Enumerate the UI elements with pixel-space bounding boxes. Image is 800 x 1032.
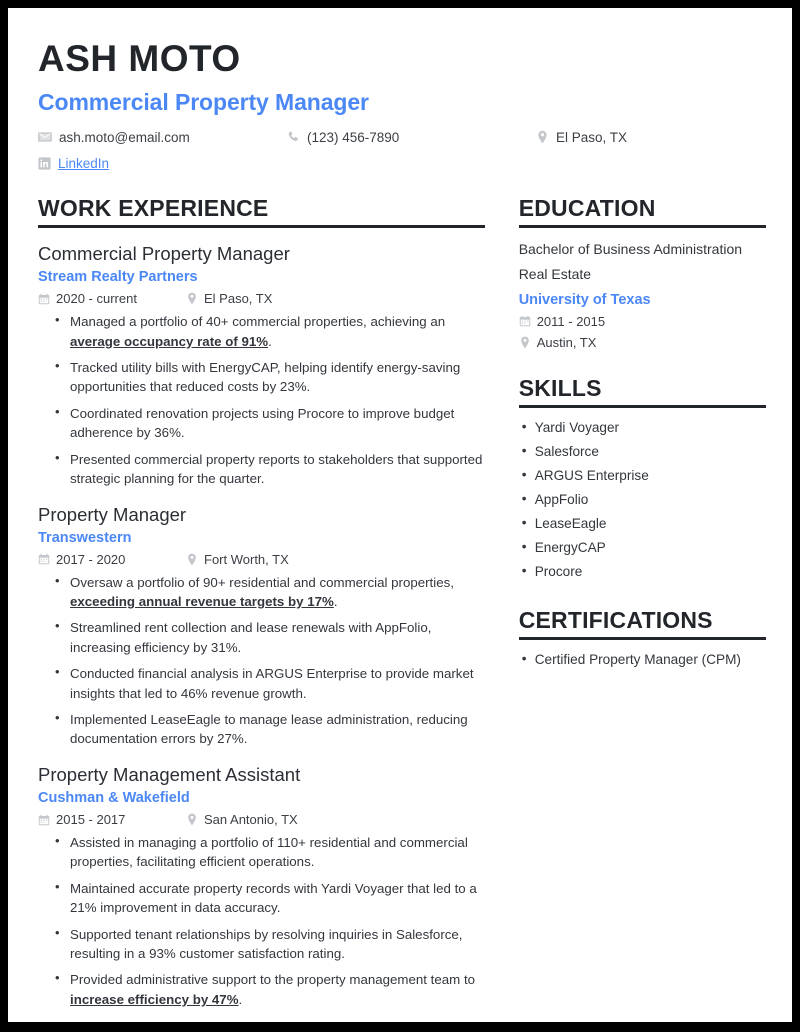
bullet-item: Provided administrative support to the p…	[55, 969, 485, 1009]
left-column: WORK EXPERIENCE Commercial Property Mana…	[34, 194, 485, 1016]
bullet-item: Oversaw a portfolio of 90+ residential a…	[55, 572, 485, 612]
bullet-item: Assisted in managing a portfolio of 110+…	[55, 832, 485, 872]
contact-block: ash.moto@email.com (123) 456-7890 El Pas…	[38, 130, 766, 184]
section-divider	[518, 225, 766, 229]
degree-name: Bachelor of Business Administration	[518, 241, 743, 258]
skill-item: Salesforce	[522, 441, 766, 462]
contact-linkedin[interactable]: LinkedIn	[38, 156, 109, 171]
section-divider	[38, 225, 485, 229]
bullet-item: Maintained accurate property records wit…	[55, 878, 485, 918]
section-certifications: CERTIFICATIONS Certified Property Manage…	[518, 606, 766, 671]
contact-email-label: ash.moto@email.com	[59, 129, 190, 145]
candidate-headline: Commercial Property Manager	[38, 88, 369, 115]
job-bullets: Managed a portfolio of 40+ commercial pr…	[38, 311, 485, 489]
work-entry: Property Management Assistant Cushman & …	[38, 763, 485, 1009]
skill-item: LeaseEagle	[522, 513, 766, 534]
work-experience-title: WORK EXPERIENCE	[38, 194, 269, 221]
job-location-group: Fort Worth, TX	[186, 552, 289, 567]
job-bullets: Oversaw a portfolio of 90+ residential a…	[38, 572, 485, 749]
bullet-item: Streamlined rent collection and lease re…	[55, 617, 485, 657]
job-location-group: San Antonio, TX	[186, 812, 298, 827]
section-skills: SKILLS Yardi Voyager Salesforce ARGUS En…	[518, 374, 766, 582]
contact-email[interactable]: ash.moto@email.com	[38, 130, 190, 145]
bullet-item: Conducted financial analysis in ARGUS En…	[55, 663, 485, 703]
job-dates: 2020 - current	[56, 291, 137, 307]
bullet-item: Implemented LeaseEagle to manage lease a…	[55, 709, 485, 749]
contact-phone[interactable]: (123) 456-7890	[286, 130, 399, 145]
job-title: Commercial Property Manager	[38, 243, 290, 265]
education-location: Austin, TX	[536, 334, 597, 350]
job-dates-group: 2015 - 2017	[38, 812, 186, 827]
skills-title: SKILLS	[518, 374, 602, 401]
skill-item: Yardi Voyager	[522, 417, 766, 438]
school-name: University of Texas	[518, 291, 651, 308]
education-dates: 2011 - 2015	[536, 313, 606, 329]
bullet-item: Supported tenant relationships by resolv…	[55, 924, 485, 964]
calendar-icon	[38, 293, 50, 305]
calendar-icon	[38, 814, 50, 826]
section-work-experience: WORK EXPERIENCE Commercial Property Mana…	[38, 194, 485, 1009]
location-pin-icon	[519, 336, 531, 349]
skill-item: EnergyCAP	[522, 537, 766, 558]
work-entry: Commercial Property Manager Stream Realt…	[38, 242, 485, 488]
company-name: Stream Realty Partners	[38, 269, 198, 286]
education-location-group: Austin, TX	[519, 335, 766, 350]
page-frame: ASH MOTO Commercial Property Manager ash…	[0, 0, 800, 1032]
job-dates: 2017 - 2020	[56, 551, 126, 567]
job-meta: 2017 - 2020 Fort Worth, TX	[38, 552, 485, 567]
certifications-title: CERTIFICATIONS	[518, 606, 713, 633]
section-divider	[518, 405, 766, 409]
skill-item: ARGUS Enterprise	[522, 465, 766, 486]
location-pin-icon	[186, 292, 198, 305]
job-dates-group: 2020 - current	[38, 291, 186, 306]
bullet-item: Coordinated renovation projects using Pr…	[55, 403, 485, 443]
job-bullets: Assisted in managing a portfolio of 110+…	[38, 832, 485, 1009]
resume-header: ASH MOTO Commercial Property Manager ash…	[34, 38, 766, 184]
job-title: Property Manager	[38, 503, 187, 525]
job-location: El Paso, TX	[204, 291, 273, 307]
section-education: EDUCATION Bachelor of Business Administr…	[518, 194, 766, 350]
job-location-group: El Paso, TX	[186, 291, 272, 306]
bullet-item: Managed a portfolio of 40+ commercial pr…	[55, 311, 485, 351]
job-dates-group: 2017 - 2020	[38, 552, 186, 567]
resume-body: WORK EXPERIENCE Commercial Property Mana…	[34, 194, 766, 1016]
skill-item: Procore	[522, 561, 766, 582]
job-title: Property Management Assistant	[38, 763, 301, 785]
linkedin-icon	[38, 157, 51, 170]
job-meta: 2015 - 2017 San Antonio, TX	[38, 812, 485, 827]
envelope-icon	[38, 130, 52, 144]
contact-linkedin-label[interactable]: LinkedIn	[58, 156, 109, 171]
certifications-list: Certified Property Manager (CPM)	[519, 649, 766, 670]
contact-location-label: El Paso, TX	[556, 129, 628, 145]
calendar-icon	[519, 315, 531, 327]
work-entry: Property Manager Transwestern 2017 - 202…	[38, 503, 485, 749]
section-divider	[518, 637, 766, 641]
company-name: Transwestern	[38, 529, 132, 546]
degree-field: Real Estate	[518, 266, 592, 283]
education-title: EDUCATION	[518, 194, 656, 221]
skill-item: AppFolio	[522, 489, 766, 510]
phone-icon	[286, 130, 300, 144]
location-pin-icon	[186, 813, 198, 826]
job-meta: 2020 - current El Paso, TX	[38, 291, 485, 306]
bullet-item: Presented commercial property reports to…	[55, 449, 485, 489]
contact-phone-label: (123) 456-7890	[307, 129, 400, 145]
certification-item: Certified Property Manager (CPM)	[522, 649, 766, 670]
job-location: San Antonio, TX	[204, 812, 298, 828]
skills-list: Yardi Voyager Salesforce ARGUS Enterpris…	[519, 417, 766, 582]
calendar-icon	[38, 553, 50, 565]
location-pin-icon	[536, 130, 549, 144]
job-dates: 2015 - 2017	[56, 812, 126, 828]
company-name: Cushman & Wakefield	[38, 790, 190, 807]
bullet-item: Tracked utility bills with EnergyCAP, he…	[55, 357, 485, 397]
resume-page: ASH MOTO Commercial Property Manager ash…	[8, 8, 792, 1022]
contact-location: El Paso, TX	[536, 130, 627, 145]
candidate-name: ASH MOTO	[38, 38, 241, 79]
location-pin-icon	[186, 553, 198, 566]
job-location: Fort Worth, TX	[204, 551, 289, 567]
education-dates-group: 2011 - 2015	[519, 314, 766, 329]
right-column: EDUCATION Bachelor of Business Administr…	[518, 194, 766, 674]
